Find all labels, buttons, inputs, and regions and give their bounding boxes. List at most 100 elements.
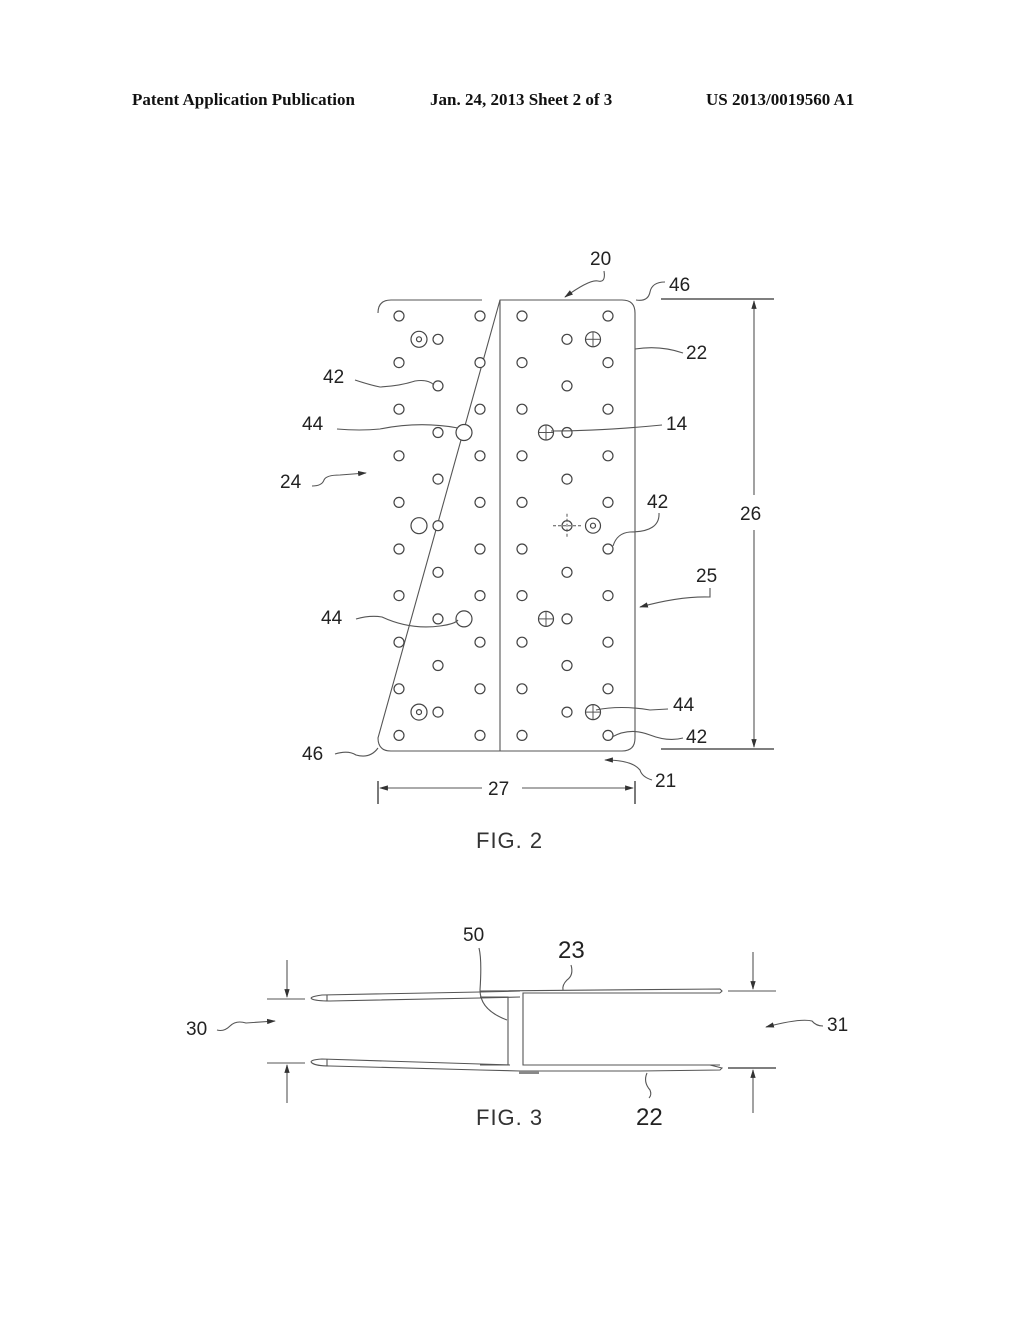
- hole: [516, 357, 528, 369]
- leader-31: [765, 1019, 824, 1028]
- hole: [561, 426, 573, 439]
- label-46-top: 46: [669, 275, 690, 296]
- leader-30: [216, 1018, 276, 1032]
- web: [480, 996, 509, 1066]
- large-hole: [455, 423, 473, 442]
- large-hole: [410, 517, 428, 535]
- label-44-upper: 44: [302, 414, 324, 435]
- hole: [561, 473, 573, 485]
- hole: [474, 496, 486, 508]
- hole: [393, 310, 405, 322]
- hole: [393, 357, 405, 369]
- hole: [516, 403, 528, 415]
- label-24: 24: [280, 472, 302, 493]
- hole: [474, 543, 486, 555]
- hole: [432, 659, 444, 672]
- leader-46-bottom: [334, 747, 379, 757]
- label-50: 50: [463, 925, 484, 946]
- leader-20: [564, 270, 605, 298]
- hole: [561, 566, 573, 578]
- hole: [602, 496, 614, 508]
- leader-22-fig2: [634, 347, 684, 354]
- hole: [393, 683, 405, 695]
- leader-44-right: [595, 706, 669, 711]
- label-44-lower: 44: [321, 608, 343, 629]
- hole: [561, 380, 573, 392]
- hole: [516, 450, 528, 462]
- left-top-flange: [310, 990, 521, 1002]
- label-25: 25: [696, 566, 717, 587]
- hole-pattern: [393, 310, 614, 742]
- hole: [474, 729, 486, 742]
- hole: [432, 380, 444, 392]
- web-right: [522, 992, 720, 1066]
- leader-42-bottom-right: [611, 730, 684, 741]
- top-flange: [479, 988, 723, 994]
- locator-hole-center: [415, 708, 423, 716]
- hole: [602, 589, 614, 602]
- hole: [602, 636, 614, 648]
- hole: [474, 450, 486, 462]
- hole: [393, 589, 405, 602]
- hole: [474, 357, 486, 369]
- large-hole: [455, 610, 473, 628]
- figure-2: 26 27 20 46 22 14 42 25 44 42 21 42 44 2…: [280, 249, 774, 853]
- hole: [393, 450, 405, 462]
- hole: [474, 310, 486, 322]
- leader-42-left: [354, 379, 435, 388]
- hole: [432, 613, 444, 625]
- leader-24: [311, 470, 367, 487]
- hole: [516, 729, 528, 742]
- hole: [561, 659, 573, 672]
- label-26: 26: [740, 504, 761, 525]
- leader-50: [478, 947, 508, 1021]
- label-22-fig2: 22: [686, 343, 707, 364]
- label-42-right: 42: [647, 492, 668, 513]
- hole: [602, 310, 614, 322]
- hole: [432, 566, 444, 578]
- hole: [474, 683, 486, 695]
- hole: [432, 520, 444, 532]
- leader-21: [604, 757, 653, 781]
- locator-hole-center: [415, 336, 423, 343]
- hole: [516, 683, 528, 695]
- label-31: 31: [827, 1015, 848, 1036]
- label-44-right: 44: [673, 695, 695, 716]
- leader-42-right: [612, 512, 660, 547]
- hole: [474, 403, 486, 415]
- figure-2-caption: FIG. 2: [476, 828, 543, 853]
- hole: [516, 589, 528, 602]
- label-27: 27: [488, 779, 509, 800]
- hole: [474, 589, 486, 602]
- hole: [393, 403, 405, 415]
- hole: [561, 706, 573, 718]
- bottom-flange-mark: [519, 1071, 539, 1074]
- figure-3-caption: FIG. 3: [476, 1105, 543, 1130]
- hole: [393, 729, 405, 742]
- hole: [393, 496, 405, 508]
- hole: [474, 636, 486, 648]
- label-23: 23: [558, 937, 585, 964]
- hole: [561, 333, 573, 345]
- hole: [602, 357, 614, 369]
- label-30: 30: [186, 1019, 207, 1040]
- hole: [602, 403, 614, 415]
- hole: [432, 333, 444, 345]
- hole: [432, 706, 444, 718]
- leader-46-top: [635, 281, 666, 301]
- label-21: 21: [655, 771, 676, 792]
- leader-25: [639, 588, 711, 608]
- hole: [516, 636, 528, 648]
- figure-3: 30 31 50 23 22 FIG. 3: [186, 925, 848, 1131]
- hole: [516, 310, 528, 322]
- leader-23: [562, 964, 573, 991]
- label-22-fig3: 22: [636, 1104, 663, 1131]
- label-20: 20: [590, 249, 611, 270]
- leader-22-fig3: [644, 1072, 652, 1099]
- hole: [516, 496, 528, 508]
- label-42-left: 42: [323, 367, 344, 388]
- hole: [432, 426, 444, 439]
- hole: [602, 683, 614, 695]
- hole: [393, 543, 405, 555]
- hole: [602, 543, 614, 555]
